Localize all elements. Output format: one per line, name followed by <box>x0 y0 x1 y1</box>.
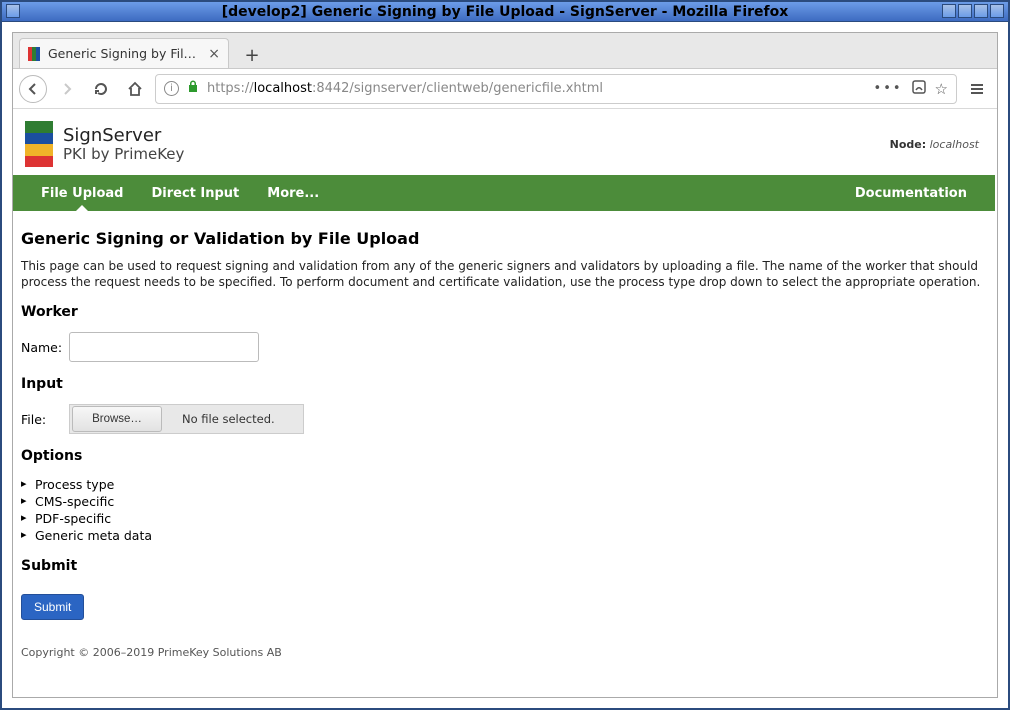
tab-title: Generic Signing by File U… <box>48 46 202 61</box>
nav-file-upload[interactable]: File Upload <box>27 175 137 211</box>
reader-shield-icon[interactable] <box>911 79 927 99</box>
section-worker-heading: Worker <box>21 304 987 320</box>
tab-strip: Generic Signing by File U… × + <box>13 33 997 69</box>
lock-icon <box>187 80 199 97</box>
options-list: Process type CMS-specific PDF-specific G… <box>21 476 987 544</box>
window-titlebar[interactable]: [develop2] Generic Signing by File Uploa… <box>2 2 1008 22</box>
url-text: https://localhost:8442/signserver/client… <box>207 81 866 96</box>
window-title: [develop2] Generic Signing by File Uploa… <box>222 4 789 20</box>
footer-copyright: Copyright © 2006–2019 PrimeKey Solutions… <box>21 646 987 659</box>
worker-name-label: Name: <box>21 340 63 355</box>
app-menu-button[interactable] <box>963 75 991 103</box>
section-input-heading: Input <box>21 376 987 392</box>
page-viewport: SignServer PKI by PrimeKey Node: localho… <box>13 113 995 695</box>
section-submit-heading: Submit <box>21 558 987 574</box>
worker-name-input[interactable] <box>69 332 259 362</box>
tab-active[interactable]: Generic Signing by File U… × <box>19 38 229 68</box>
forward-button <box>53 75 81 103</box>
node-info: Node: localhost <box>890 138 979 151</box>
page-actions-icon[interactable]: ••• <box>874 81 903 96</box>
wm-minimize-button[interactable] <box>942 4 956 18</box>
new-tab-button[interactable]: + <box>237 42 267 68</box>
logo-icon <box>25 121 53 167</box>
submit-button[interactable]: Submit <box>21 594 84 620</box>
home-button[interactable] <box>121 75 149 103</box>
nav-more[interactable]: More... <box>253 175 333 211</box>
main-content: Generic Signing or Validation by File Up… <box>13 211 995 679</box>
wm-maximize-button[interactable] <box>958 4 972 18</box>
browser-toolbar: i https://localhost:8442/signserver/clie… <box>13 69 997 109</box>
site-info-icon[interactable]: i <box>164 81 179 96</box>
nav-documentation[interactable]: Documentation <box>841 175 981 211</box>
section-options-heading: Options <box>21 448 987 464</box>
logo-subtitle: PKI by PrimeKey <box>63 146 184 163</box>
option-pdf-specific[interactable]: PDF-specific <box>21 510 987 527</box>
url-bar[interactable]: i https://localhost:8442/signserver/clie… <box>155 74 957 104</box>
wm-menu-button[interactable] <box>6 4 20 18</box>
page-title: Generic Signing or Validation by File Up… <box>21 229 987 248</box>
option-generic-meta-data[interactable]: Generic meta data <box>21 527 987 544</box>
file-input-wrap: Browse… No file selected. <box>69 404 304 434</box>
tab-close-icon[interactable]: × <box>208 46 220 62</box>
window-frame: [develop2] Generic Signing by File Uploa… <box>0 0 1010 710</box>
app-header: SignServer PKI by PrimeKey Node: localho… <box>13 113 995 175</box>
reload-button[interactable] <box>87 75 115 103</box>
browser-window: Generic Signing by File U… × + i <box>12 32 998 698</box>
nav-direct-input[interactable]: Direct Input <box>137 175 253 211</box>
wm-close-button[interactable] <box>990 4 1004 18</box>
file-status: No file selected. <box>164 412 303 426</box>
main-nav: File Upload Direct Input More... Documen… <box>13 175 995 211</box>
favicon-icon <box>28 47 42 61</box>
back-button[interactable] <box>19 75 47 103</box>
file-label: File: <box>21 412 63 427</box>
logo-title: SignServer <box>63 126 184 146</box>
wm-restore-button[interactable] <box>974 4 988 18</box>
bookmark-star-icon[interactable]: ☆ <box>935 80 948 98</box>
option-cms-specific[interactable]: CMS-specific <box>21 493 987 510</box>
option-process-type[interactable]: Process type <box>21 476 987 493</box>
browse-button[interactable]: Browse… <box>72 406 162 432</box>
page-intro: This page can be used to request signing… <box>21 258 987 290</box>
